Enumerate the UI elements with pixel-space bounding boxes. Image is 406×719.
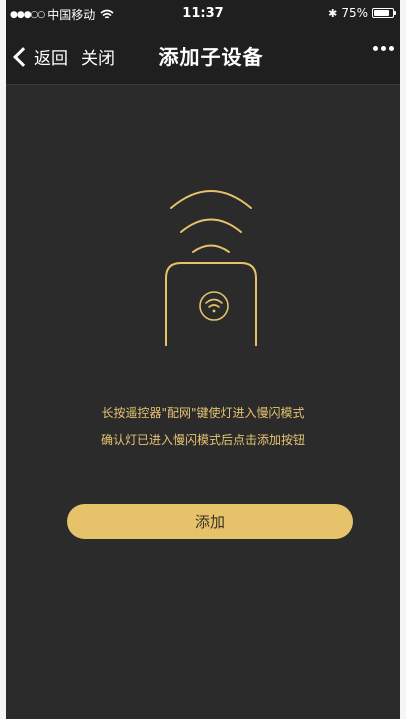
back-button[interactable]: 返回 xyxy=(12,44,68,69)
more-icon-dot xyxy=(381,46,386,51)
wifi-icon xyxy=(199,291,229,321)
instruction-line-2: 确认灯已进入慢闪模式后点击添加按钮 xyxy=(100,433,305,447)
page-title: 添加子设备 xyxy=(158,45,264,69)
battery-fill xyxy=(374,10,389,16)
close-button[interactable]: 关闭 xyxy=(81,44,115,69)
phone-screen: ●●●○○ 中国移动 11:37 ✱ 75% 返回 关闭 添加子设备 长按遥控器… xyxy=(6,0,400,719)
status-bar: ●●●○○ 中国移动 11:37 ✱ 75% xyxy=(6,0,400,26)
instructions: 长按遥控器"配网"键使灯进入慢闪模式 确认灯已进入慢闪模式后点击添加按钮 xyxy=(6,400,400,454)
back-chevron-icon xyxy=(13,46,33,67)
battery-tip xyxy=(394,11,396,15)
more-button[interactable] xyxy=(373,46,394,51)
add-button[interactable]: 添加 xyxy=(67,504,353,539)
more-icon xyxy=(373,46,378,51)
instruction-line-1: 长按遥控器"配网"键使灯进入慢闪模式 xyxy=(101,406,305,420)
battery-percent: 75% xyxy=(341,6,368,20)
status-right: ✱ 75% xyxy=(328,6,396,20)
signal-wave-icon xyxy=(170,190,252,253)
bluetooth-icon: ✱ xyxy=(328,6,338,20)
back-label: 返回 xyxy=(34,49,68,69)
battery-icon xyxy=(372,8,396,18)
more-icon-dot xyxy=(389,46,394,51)
remote-control-icon xyxy=(165,262,257,346)
remote-illustration xyxy=(165,190,257,346)
nav-bar: 返回 关闭 添加子设备 xyxy=(6,26,400,85)
